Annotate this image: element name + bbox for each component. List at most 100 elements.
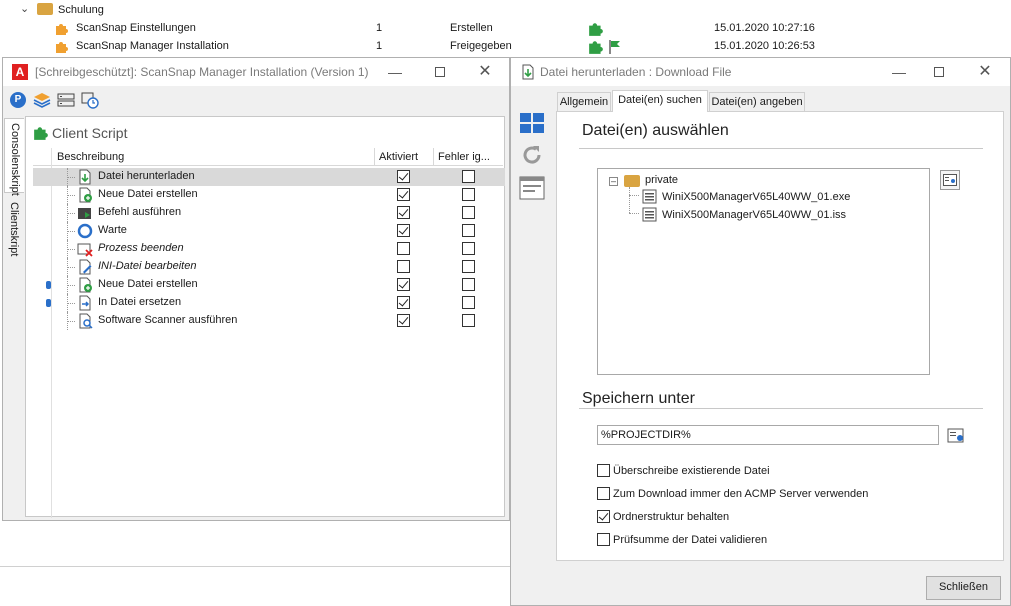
- col-beschreibung[interactable]: Beschreibung: [57, 151, 124, 163]
- tab-allgemein[interactable]: Allgemein: [557, 92, 611, 112]
- fehler-ignorieren-checkbox[interactable]: [462, 314, 475, 327]
- minimize-button[interactable]: —: [889, 62, 909, 82]
- tree-row[interactable]: ScanSnap Einstellungen 1 Erstellen 15.01…: [0, 20, 1011, 38]
- server-icon[interactable]: [57, 92, 75, 108]
- collapse-icon[interactable]: –: [609, 177, 618, 186]
- option-checkbox[interactable]: [597, 533, 610, 546]
- save-heading: Speichern unter: [582, 390, 695, 407]
- aktiviert-checkbox[interactable]: [397, 224, 410, 237]
- fehler-ignorieren-checkbox[interactable]: [462, 260, 475, 273]
- software-scanner-icon: [79, 313, 93, 329]
- tree-file-label[interactable]: WiniX500ManagerV65L40WW_01.exe: [662, 191, 850, 203]
- close-dialog-button[interactable]: Schließen: [926, 576, 1001, 600]
- tree-folder-label[interactable]: private: [645, 174, 678, 186]
- maximize-icon: [435, 67, 445, 77]
- fehler-ignorieren-checkbox[interactable]: [462, 242, 475, 255]
- option-label: Zum Download immer den ACMP Server verwe…: [613, 488, 869, 500]
- toolbar: P: [3, 88, 509, 112]
- save-path-value: %PROJECTDIR%: [601, 429, 691, 441]
- folder-label: Schulung: [58, 4, 104, 16]
- option-item[interactable]: Überschreibe existierende Datei: [597, 462, 977, 480]
- tree-file-label[interactable]: WiniX500ManagerV65L40WW_01.iss: [662, 209, 846, 221]
- schedule-icon[interactable]: [81, 91, 99, 109]
- maximize-button[interactable]: [430, 62, 450, 82]
- row-label: Datei herunterladen: [98, 170, 195, 182]
- table-row[interactable]: Datei herunterladen: [33, 168, 505, 186]
- tab-dateien-suchen[interactable]: Datei(en) suchen: [612, 90, 708, 112]
- aktiviert-checkbox[interactable]: [397, 206, 410, 219]
- aktiviert-checkbox[interactable]: [397, 278, 410, 291]
- option-item[interactable]: Zum Download immer den ACMP Server verwe…: [597, 485, 977, 503]
- table-row[interactable]: Warte: [33, 222, 505, 240]
- maximize-icon: [934, 67, 944, 77]
- wait-icon: [77, 223, 93, 239]
- aktiviert-checkbox[interactable]: [397, 260, 410, 273]
- option-checkbox[interactable]: [597, 510, 610, 523]
- fehler-ignorieren-checkbox[interactable]: [462, 206, 475, 219]
- tree-connector: [67, 321, 75, 322]
- run-command-icon: [78, 208, 91, 219]
- aktiviert-checkbox[interactable]: [397, 188, 410, 201]
- side-tab-clientskript[interactable]: Clientskript: [4, 198, 24, 262]
- browse-folder-button[interactable]: [947, 426, 966, 445]
- fehler-ignorieren-checkbox[interactable]: [462, 224, 475, 237]
- aktiviert-checkbox[interactable]: [397, 242, 410, 255]
- col-aktiviert[interactable]: Aktiviert: [379, 151, 418, 163]
- download-file-icon: [79, 169, 91, 185]
- row-date: 15.01.2020 10:26:53: [714, 40, 815, 52]
- option-label: Überschreibe existierende Datei: [613, 465, 770, 477]
- table-row[interactable]: INI-Datei bearbeiten: [33, 258, 505, 276]
- file-tree[interactable]: – private WiniX500ManagerV65L40WW_01.exe…: [597, 168, 930, 375]
- table-row[interactable]: Neue Datei erstellen: [33, 186, 505, 204]
- option-checkbox[interactable]: [597, 464, 610, 477]
- user-icon: [46, 299, 51, 307]
- aktiviert-checkbox[interactable]: [397, 170, 410, 183]
- window-title: Datei herunterladen : Download File: [540, 65, 732, 79]
- tree-connector: [67, 267, 75, 268]
- grid-view-icon[interactable]: [519, 112, 545, 134]
- maximize-button[interactable]: [929, 62, 949, 82]
- table-row[interactable]: Software Scanner ausführen: [33, 312, 505, 330]
- form-icon[interactable]: [519, 176, 545, 200]
- file-icon: [642, 207, 657, 222]
- close-button[interactable]: ✕: [475, 62, 495, 82]
- table-row[interactable]: Befehl ausführen: [33, 204, 505, 222]
- save-path-input[interactable]: %PROJECTDIR%: [597, 425, 939, 445]
- row-status: Freigegeben: [450, 40, 512, 52]
- side-tab-consolenskript[interactable]: Consolenskript: [4, 118, 24, 196]
- replace-in-file-icon: [79, 295, 91, 311]
- aktiviert-checkbox[interactable]: [397, 296, 410, 309]
- table-row[interactable]: Neue Datei erstellen: [33, 276, 505, 294]
- browse-files-button[interactable]: [940, 170, 960, 190]
- section-title: Client Script: [52, 125, 128, 141]
- tree-row-folder[interactable]: ⌄ Schulung: [0, 2, 1011, 20]
- fehler-ignorieren-checkbox[interactable]: [462, 296, 475, 309]
- tree-connector: [67, 195, 75, 196]
- col-fehler[interactable]: Fehler ig...: [438, 151, 490, 163]
- minimize-button[interactable]: —: [385, 62, 405, 82]
- tree-connector: [67, 303, 75, 304]
- properties-icon[interactable]: P: [10, 92, 26, 108]
- tab-dateien-angeben[interactable]: Datei(en) angeben: [709, 92, 805, 112]
- table-row[interactable]: In Datei ersetzen: [33, 294, 505, 312]
- option-label: Ordnerstruktur behalten: [613, 511, 730, 523]
- row-date: 15.01.2020 10:27:16: [714, 22, 815, 34]
- option-item[interactable]: Prüfsumme der Datei validieren: [597, 531, 977, 549]
- refresh-icon[interactable]: [519, 142, 545, 168]
- option-item[interactable]: Ordnerstruktur behalten: [597, 508, 977, 526]
- fehler-ignorieren-checkbox[interactable]: [462, 170, 475, 183]
- fehler-ignorieren-checkbox[interactable]: [462, 188, 475, 201]
- fehler-ignorieren-checkbox[interactable]: [462, 278, 475, 291]
- tree-row[interactable]: ScanSnap Manager Installation 1 Freigege…: [0, 38, 1011, 56]
- puzzle-icon: [56, 24, 68, 35]
- tabstrip: Allgemein Datei(en) suchen Datei(en) ang…: [557, 90, 1011, 112]
- row-label: Befehl ausführen: [98, 206, 182, 218]
- table-row[interactable]: Prozess beenden: [33, 240, 505, 258]
- chevron-down-icon[interactable]: ⌄: [20, 2, 29, 15]
- new-file-icon: [79, 187, 92, 203]
- aktiviert-checkbox[interactable]: [397, 314, 410, 327]
- row-count: 1: [376, 22, 383, 34]
- layers-icon[interactable]: [33, 92, 51, 108]
- option-checkbox[interactable]: [597, 487, 610, 500]
- close-button[interactable]: ✕: [975, 62, 995, 82]
